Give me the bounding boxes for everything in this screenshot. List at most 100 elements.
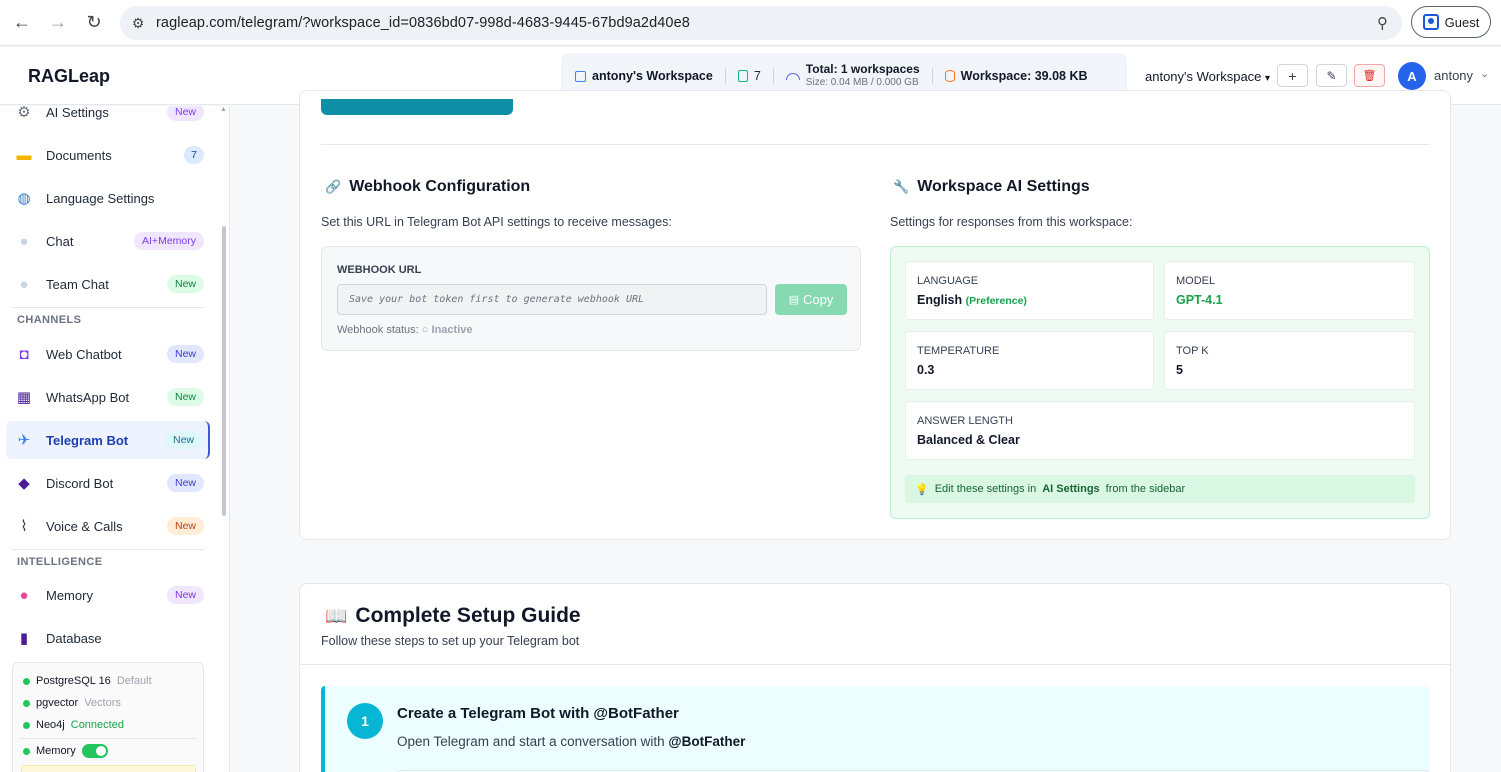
step-number: 1 [347, 703, 383, 739]
doc-count: 7 [753, 69, 761, 83]
database-icon [944, 70, 955, 82]
profile-button[interactable]: Guest [1411, 6, 1491, 38]
save-token-button[interactable] [321, 99, 513, 115]
new-badge: New [166, 388, 204, 406]
address-bar[interactable]: ⚙ ragleap.com/telegram/?workspace_id=083… [120, 6, 1402, 40]
zoom-icon[interactable]: ⚲ [1377, 14, 1388, 32]
robot-icon: ◘ [19, 345, 29, 363]
clipboard-icon: ▤ [788, 294, 800, 306]
site-settings-icon[interactable]: ⚙ [120, 15, 156, 32]
ai-settings-section-title: 🔧 Workspace AI Settings [893, 178, 1090, 195]
chat-bubble-icon: ● [19, 275, 29, 293]
total-workspaces: Total: 1 workspaces [805, 62, 920, 76]
sidebar-item-database[interactable]: ▮ Database [6, 619, 210, 657]
sidebar-item-telegram-bot[interactable]: ✈ Telegram Bot New [6, 421, 210, 459]
status-circle-icon: ○ [421, 324, 429, 336]
new-badge: New [166, 106, 204, 121]
back-icon[interactable]: ← [4, 5, 40, 41]
gamepad-icon: ◆ [18, 475, 30, 492]
step-title: Create a Telegram Bot with @BotFather [397, 705, 679, 722]
sidebar-item-chat[interactable]: ● Chat AI+Memory [6, 222, 210, 260]
user-name[interactable]: antony [1434, 68, 1473, 83]
sidebar-item-team-chat[interactable]: ● Team Chat New [6, 265, 210, 303]
folder-icon: ▬ [16, 146, 32, 164]
add-workspace-button[interactable]: + [1277, 64, 1308, 87]
sidebar-item-language-settings[interactable]: ◍ Language Settings [6, 179, 210, 217]
sidebar-item-documents[interactable]: ▬ Documents 7 [6, 136, 210, 174]
delete-workspace-button[interactable]: 🗑 [1354, 64, 1385, 87]
ai-settings-tip: 💡 Edit these settings in AI Settings from … [905, 475, 1415, 503]
reload-icon[interactable]: ↻ [76, 5, 112, 41]
ai-settings-link[interactable]: AI Settings [1042, 483, 1099, 495]
webhook-panel: WEBHOOK URL Save your bot token first to… [321, 246, 861, 351]
forward-icon[interactable]: → [40, 5, 76, 41]
new-badge: New [166, 345, 204, 363]
webhook-status: Webhook status: ○ Inactive [337, 324, 473, 336]
app-logo[interactable]: RAGLeap [28, 66, 110, 87]
sidebar-item-voice-calls[interactable]: ⌇ Voice & Calls New [6, 507, 210, 545]
edit-icon: ✎ [1326, 68, 1337, 83]
memory-toggle[interactable] [81, 744, 108, 758]
setting-model: MODEL GPT-4.1 [1164, 261, 1415, 320]
db-status-neo4j: Neo4j Connected [23, 719, 124, 731]
lightbulb-icon: 💡 [915, 483, 929, 496]
guide-subtitle: Follow these steps to set up your Telegr… [321, 634, 580, 648]
sidebar-item-ai-settings[interactable]: ⚙ AI Settings New [6, 106, 210, 131]
sidebar-item-whatsapp-bot[interactable]: ▦ WhatsApp Bot New [6, 378, 210, 416]
ai-memory-badge: AI+Memory [134, 232, 204, 250]
workspace-name: antony's Workspace [592, 69, 713, 83]
sidebar-item-web-chatbot[interactable]: ◘ Web Chatbot New [6, 335, 210, 373]
setting-answer-length: ANSWER LENGTH Balanced & Clear [905, 401, 1415, 460]
globe-icon: ◍ [17, 190, 31, 207]
new-badge: New [166, 275, 204, 293]
profile-icon [1422, 14, 1439, 30]
new-badge: New [166, 517, 204, 535]
trash-icon: 🗑 [1362, 70, 1377, 82]
storage-icon [785, 72, 800, 80]
guide-title: 📖 Complete Setup Guide [325, 604, 581, 627]
count-badge: 7 [184, 146, 204, 164]
link-icon: 🔗 [325, 179, 342, 194]
section-label-intelligence: INTELLIGENCE [17, 556, 103, 568]
gear-icon: ⚙ [17, 106, 31, 121]
ai-settings-panel: LANGUAGE English (Preference) MODEL GPT-… [890, 246, 1430, 519]
webhook-url-label: WEBHOOK URL [337, 264, 422, 276]
guide-step-1: 1 Create a Telegram Bot with @BotFather … [321, 686, 1429, 772]
ai-settings-description: Settings for responses from this workspa… [890, 215, 1133, 229]
profile-label: Guest [1444, 14, 1480, 30]
brain-icon: ● [19, 586, 29, 604]
sidebar-item-discord-bot[interactable]: ◆ Discord Bot New [6, 464, 210, 502]
chevron-down-icon[interactable]: ⌄ [1480, 67, 1489, 80]
browser-toolbar: ← → ↻ ⚙ ragleap.com/telegram/?workspace_… [0, 0, 1501, 46]
setting-temperature: TEMPERATURE 0.3 [905, 331, 1154, 390]
plane-icon: ✈ [17, 432, 31, 449]
edit-workspace-button[interactable]: ✎ [1316, 64, 1347, 87]
sidebar-item-memory[interactable]: ● Memory New [6, 576, 210, 614]
wrench-icon: 🔧 [893, 179, 910, 194]
webhook-url-field[interactable]: Save your bot token first to generate we… [337, 284, 767, 315]
db-status-pgvector: pgvector Vectors [23, 697, 121, 709]
workspace-icon [575, 70, 586, 82]
database-icon: ▮ [19, 630, 29, 647]
telegram-config-card: 🔗 Webhook Configuration Set this URL in … [299, 90, 1451, 540]
workspace-select[interactable]: antony's Workspace ▾ [1145, 69, 1270, 84]
step-description: Open Telegram and start a conversation w… [397, 734, 746, 749]
copy-button[interactable]: ▤ Copy [775, 284, 847, 315]
new-badge: New [166, 474, 204, 492]
webhook-section-title: 🔗 Webhook Configuration [325, 178, 531, 195]
db-status-postgresql: PostgreSQL 16 Default [23, 675, 152, 687]
book-icon: 📖 [325, 605, 348, 626]
setting-language: LANGUAGE English (Preference) [905, 261, 1154, 320]
new-badge: New [164, 431, 202, 449]
database-status-panel: PostgreSQL 16 Default pgvector Vectors Neo… [12, 662, 204, 772]
new-badge: New [166, 586, 204, 604]
sidebar-scrollbar[interactable]: ▲ [220, 106, 228, 772]
sidebar: ⚙ AI Settings New ▬ Documents 7 ◍ Langua… [0, 106, 230, 772]
avatar[interactable]: A [1398, 62, 1426, 90]
chat-bubble-icon: ● [19, 232, 29, 250]
workspace-size: Workspace: 39.08 KB [960, 69, 1088, 83]
chevron-down-icon: ▾ [1265, 73, 1271, 84]
microphone-icon: ⌇ [20, 518, 28, 535]
url-text[interactable]: ragleap.com/telegram/?workspace_id=0836b… [156, 15, 690, 31]
document-icon [737, 70, 748, 82]
